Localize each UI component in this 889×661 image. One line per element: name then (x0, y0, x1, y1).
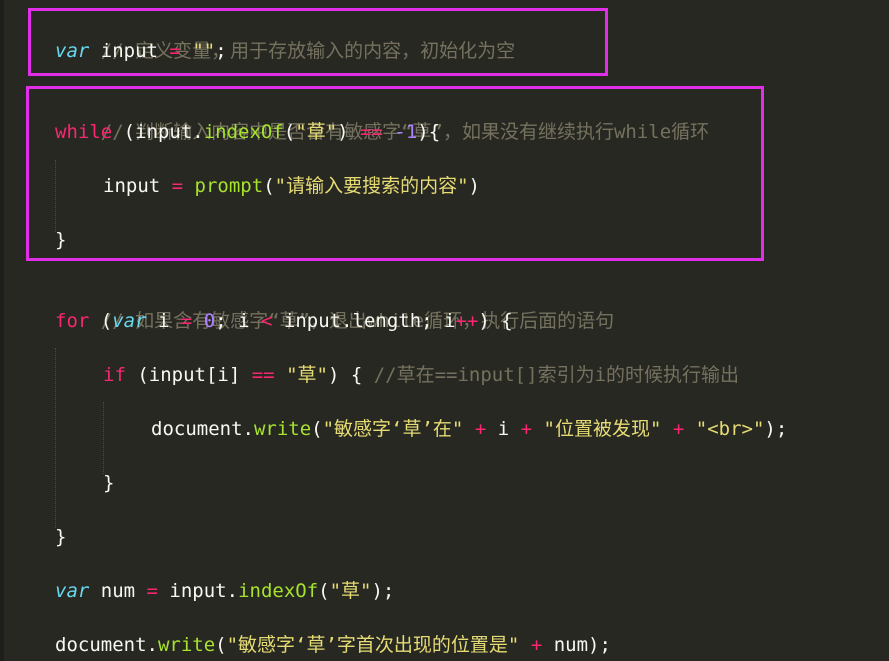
code-line-8: for (var i = 0; i < input.length; i++) { (55, 308, 513, 335)
code-line-14: document.write("敏感字‘草’字首次出现的位置是" + num); (55, 632, 611, 659)
code-line-10: document.write("敏感字‘草’在" + i + "位置被发现" +… (151, 416, 787, 443)
punctuation: ( (215, 634, 227, 656)
function-name: indexOf (238, 580, 319, 602)
operator: = (180, 310, 193, 332)
code-line-9: if (input[i] == "草") { //草在==input[]索引为i… (103, 362, 739, 389)
operator: == (251, 364, 275, 386)
punctuation: ( (311, 418, 323, 440)
operator: + (672, 418, 685, 440)
code-line-13: var num = input.indexOf("草"); (55, 578, 394, 605)
indent-guide (103, 402, 104, 474)
punctuation: ) { (478, 310, 513, 332)
string-literal: "草" (286, 364, 328, 386)
identifier: document. (55, 634, 158, 656)
for-keyword: for (55, 310, 90, 332)
punctuation: ( (318, 580, 330, 602)
var-keyword: var (112, 310, 147, 332)
identifier: num (89, 580, 147, 602)
function-name: write (157, 634, 216, 656)
string-literal: "<br>" (695, 418, 765, 440)
operator: + (474, 418, 487, 440)
operator: = (146, 580, 158, 602)
identifier: (input[i] (125, 364, 252, 386)
function-name: write (253, 418, 312, 440)
identifier: i (146, 310, 181, 332)
operator: ++ (455, 310, 479, 332)
annotation-box-while-loop (26, 86, 764, 261)
string-literal: "草" (329, 580, 372, 602)
identifier: document. (151, 418, 254, 440)
if-keyword: if (103, 364, 126, 386)
identifier: num); (542, 634, 611, 656)
string-literal: "敏感字‘草’字首次出现的位置是" (226, 634, 520, 656)
punctuation: ( (89, 310, 113, 332)
code-line-7: // 如果含有敏感字“草”，退出while循环，执行后面的语句 (55, 281, 614, 332)
code-editor[interactable]: // 定义变量，用于存放输入的内容，初始化为空 var input = ""; … (0, 0, 889, 661)
operator: < (261, 310, 273, 332)
number-literal: 0 (203, 310, 216, 332)
operator: + (530, 634, 543, 656)
brace: } (103, 472, 115, 494)
annotation-box-declaration (28, 8, 608, 76)
code-line-11: } (103, 470, 114, 497)
editor-gutter (0, 0, 4, 661)
identifier: input. (157, 580, 239, 602)
code-comment: //草在==input[]索引为i的时候执行输出 (373, 364, 740, 386)
string-literal: "位置被发现" (543, 418, 662, 440)
code-line-12: } (55, 524, 66, 551)
brace: } (55, 526, 67, 548)
punctuation: ) { (327, 364, 374, 386)
identifier: ; i (215, 310, 261, 332)
string-literal: "敏感字‘草’在" (322, 418, 464, 440)
indent-guide (55, 348, 56, 528)
punctuation: ); (371, 580, 395, 602)
var-keyword: var (55, 580, 90, 602)
identifier: input.length; i (272, 310, 456, 332)
identifier: i (486, 418, 521, 440)
operator: + (520, 418, 533, 440)
punctuation: ); (764, 418, 788, 440)
